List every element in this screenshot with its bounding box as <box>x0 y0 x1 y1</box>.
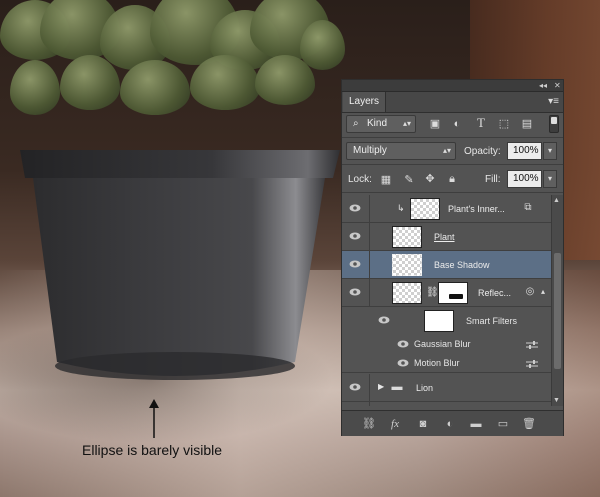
smart-object-filter-icon[interactable]: ▤ <box>520 118 534 130</box>
layer-name[interactable]: Plant's Inner... <box>448 204 505 214</box>
image-filter-icon[interactable]: ▣ <box>428 118 442 130</box>
smart-filters-label: Smart Filters <box>466 316 518 326</box>
filter-toggle-switch[interactable] <box>549 115 559 133</box>
smart-object-badge-icon: ⧉ <box>524 202 532 213</box>
kind-filter-select[interactable]: ⌕ Kind ▴▾ <box>346 115 416 133</box>
type-filter-icon[interactable]: T <box>474 116 488 129</box>
eye-icon[interactable] <box>349 203 361 213</box>
layer-row-partial <box>342 402 551 406</box>
scroll-up-icon[interactable]: ▲ <box>553 197 560 204</box>
expand-triangle-icon[interactable]: ▶ <box>378 382 384 391</box>
layer-name[interactable]: Plant <box>434 232 455 242</box>
adjustment-filter-icon[interactable]: ◐ <box>450 118 464 130</box>
eye-icon[interactable] <box>349 382 361 392</box>
eye-icon[interactable] <box>378 315 390 325</box>
layer-row-plant[interactable]: Plant <box>342 223 551 251</box>
stepper-icon: ▴▾ <box>402 119 411 128</box>
link-icon: ⛓ <box>426 287 439 298</box>
eye-icon[interactable] <box>397 339 409 349</box>
blending-options-icon[interactable] <box>525 340 539 350</box>
layer-name[interactable]: Reflec... <box>478 288 511 298</box>
lock-label: Lock: <box>348 174 372 185</box>
layer-row-reflection[interactable]: ⛓ Reflec... ◎ ▴ <box>342 279 551 307</box>
annotation-text: Ellipse is barely visible <box>82 442 223 458</box>
eye-icon[interactable] <box>349 231 361 241</box>
new-layer-icon[interactable]: ▭ <box>496 417 510 431</box>
link-icon[interactable]: ⛓ <box>362 417 376 431</box>
tab-layers[interactable]: Layers <box>343 92 386 112</box>
layer-row-lion-group[interactable]: ▶ ▬ Lion <box>342 374 551 402</box>
lock-position-icon[interactable]: ✥ <box>424 173 436 185</box>
eye-icon[interactable] <box>397 358 409 368</box>
fill-label: Fill: <box>485 174 501 185</box>
blend-mode-select[interactable]: Multiply ▴▾ <box>346 142 456 160</box>
scrollbar-thumb[interactable] <box>554 253 561 369</box>
shape-filter-icon[interactable]: ⬚ <box>497 118 511 130</box>
layer-thumbnail[interactable] <box>392 226 422 248</box>
scroll-down-icon[interactable]: ▼ <box>553 397 560 404</box>
layer-row-plants-inner[interactable]: ↳ Plant's Inner... ⧉ <box>342 195 551 223</box>
layers-panel: ◂◂ ✕ Layers ▾≡ ⌕ Kind ▴▾ ▣ ◐ T ⬚ ▤ Multi… <box>341 79 564 436</box>
panel-title-bar[interactable]: ◂◂ ✕ <box>342 80 563 92</box>
layer-name[interactable]: Lion <box>416 383 433 393</box>
trash-icon[interactable]: 🗑︎ <box>522 417 536 431</box>
opacity-label: Opacity: <box>464 146 501 157</box>
blend-mode-value: Multiply <box>353 145 387 156</box>
smart-filters-row[interactable]: Smart Filters <box>342 307 551 335</box>
panel-bottom-bar: ⛓ fx ◙ ◐ ▬ ▭ 🗑︎ <box>342 410 563 436</box>
collapse-triangle-icon[interactable]: ▴ <box>539 286 547 298</box>
flower-pot <box>20 150 340 380</box>
kind-label: Kind <box>367 118 388 129</box>
blending-options-icon[interactable] <box>525 359 539 369</box>
fill-dropdown-button[interactable]: ▾ <box>543 170 557 188</box>
search-icon: ⌕ <box>353 118 359 129</box>
adjustment-icon[interactable]: ◐ <box>443 417 457 431</box>
folder-icon: ▬ <box>391 381 403 393</box>
layers-scrollbar[interactable]: ▲ ▼ <box>551 195 563 406</box>
collapse-icon[interactable]: ◂◂ <box>539 80 547 91</box>
fx-icon[interactable]: fx <box>388 417 402 431</box>
stepper-icon: ▴▾ <box>442 146 451 155</box>
fill-input[interactable]: 100% <box>507 170 542 188</box>
filter-name: Gaussian Blur <box>414 339 471 349</box>
eye-icon[interactable] <box>349 287 361 297</box>
tab-row: Layers ▾≡ <box>342 92 563 113</box>
filter-row-gaussian-blur[interactable]: Gaussian Blur <box>342 335 551 354</box>
layer-thumbnail[interactable] <box>410 198 440 220</box>
layer-mask-thumbnail[interactable] <box>438 282 468 304</box>
opacity-input[interactable]: 100% <box>507 142 542 160</box>
layer-thumbnail[interactable] <box>392 282 422 304</box>
clipping-arrow-icon: ↳ <box>397 203 405 213</box>
layer-name[interactable]: Base Shadow <box>434 260 490 270</box>
panel-menu-icon[interactable]: ▾≡ <box>548 94 559 110</box>
eye-icon[interactable] <box>349 259 361 269</box>
lock-all-icon[interactable]: 🔒︎ <box>446 173 458 185</box>
smart-filter-badge-icon: ◎ <box>525 286 535 297</box>
lock-transparent-icon[interactable]: ▦ <box>380 174 392 186</box>
layer-thumbnail[interactable] <box>392 254 422 276</box>
filter-name: Motion Blur <box>414 358 460 368</box>
filter-row-motion-blur[interactable]: Motion Blur <box>342 354 551 373</box>
layer-row-base-shadow[interactable]: Base Shadow <box>342 251 551 279</box>
close-icon[interactable]: ✕ <box>554 80 561 91</box>
arrow-up-icon <box>149 399 159 438</box>
mask-icon[interactable]: ◙ <box>416 417 430 431</box>
opacity-dropdown-button[interactable]: ▾ <box>543 142 557 160</box>
layers-list: ↳ Plant's Inner... ⧉ Plant Base Shadow ⛓… <box>342 195 551 406</box>
smart-filter-mask-thumbnail[interactable] <box>424 310 454 332</box>
lock-image-icon[interactable]: ✎ <box>403 174 415 186</box>
group-icon[interactable]: ▬ <box>469 417 483 431</box>
